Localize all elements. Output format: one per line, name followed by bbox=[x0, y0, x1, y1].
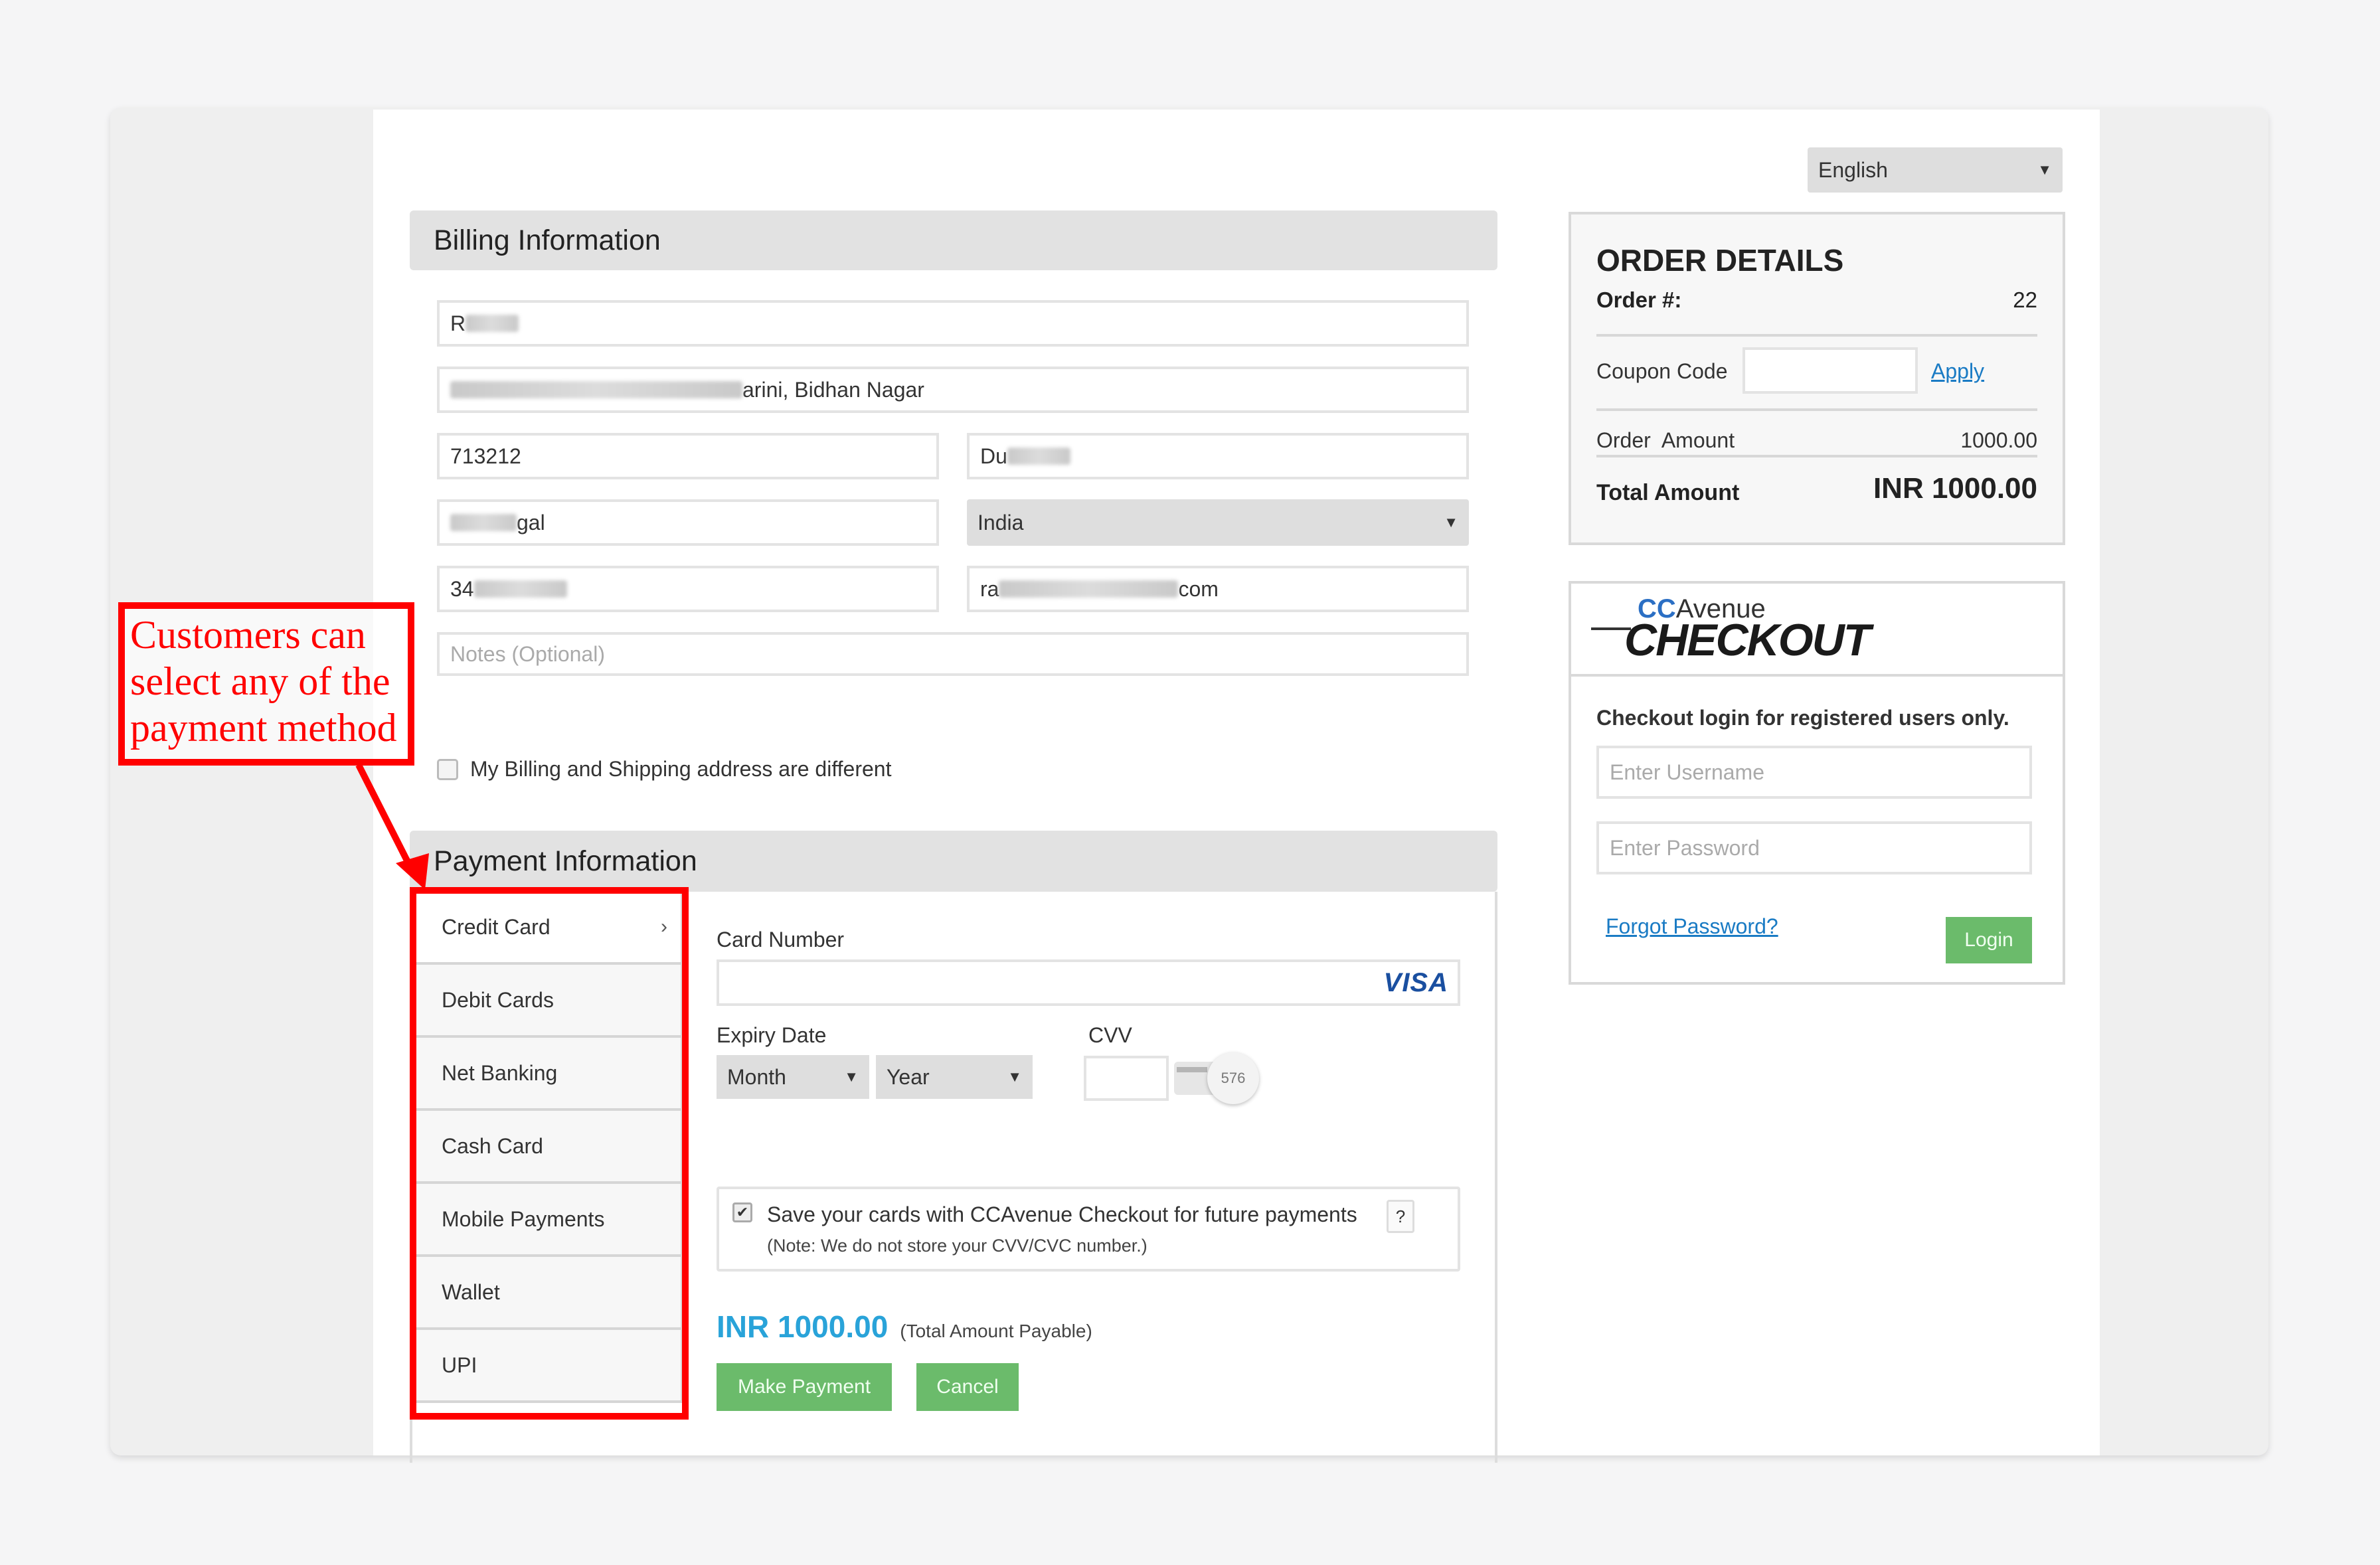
annotation-arrowhead bbox=[396, 853, 429, 890]
annotation-arrow bbox=[355, 763, 429, 890]
payment-methods-highlight bbox=[410, 887, 689, 1420]
annotation-arrow-line bbox=[355, 763, 415, 872]
